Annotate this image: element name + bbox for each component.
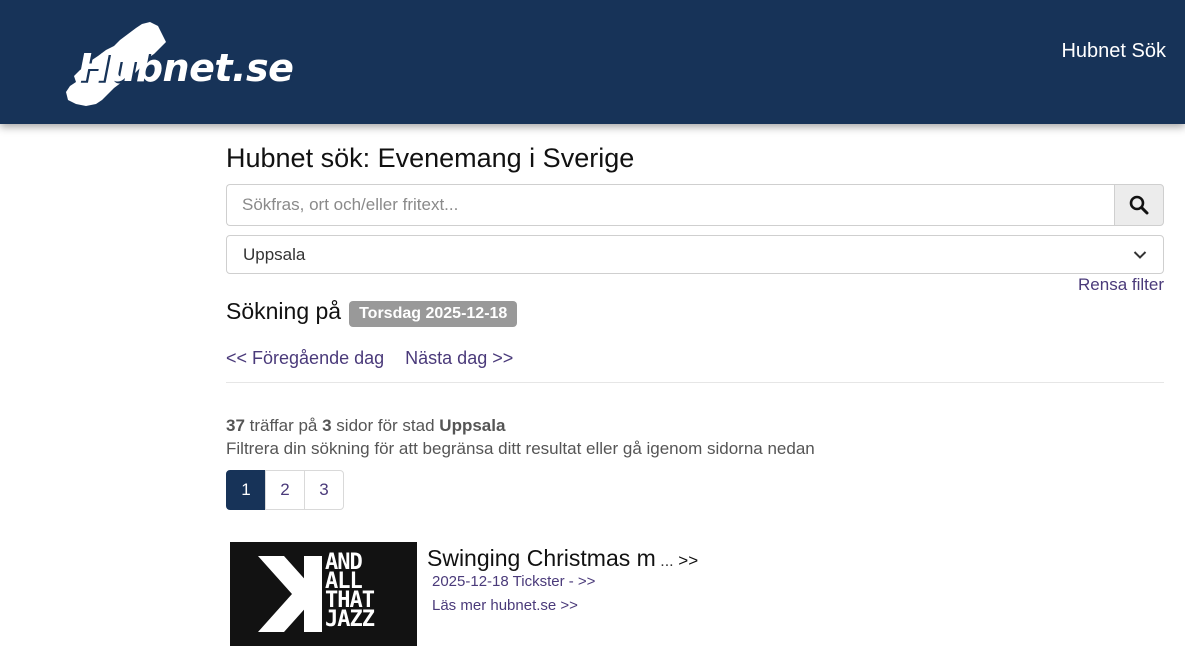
date-badge: Torsdag 2025-12-18 xyxy=(349,300,518,327)
results-count: 37 xyxy=(226,416,245,435)
results-count-text: träffar på xyxy=(244,416,323,435)
previous-day-link[interactable]: << Föregående dag xyxy=(226,348,384,368)
search-date-label: Sökning på xyxy=(226,298,342,324)
city-select-value: Uppsala xyxy=(243,244,306,264)
k-logo-graphic xyxy=(258,556,322,632)
event-read-more-link[interactable]: Läs mer hubnet.se >> xyxy=(432,597,578,614)
event-item: AND ALL THAT JAZZ Swinging Christmas m .… xyxy=(230,542,1160,646)
event-tickster-link[interactable]: 2025-12-18 Tickster - >> xyxy=(432,573,595,590)
event-more-link[interactable]: >> xyxy=(674,551,698,570)
search-date-row: Sökning på Torsdag 2025-12-18 xyxy=(226,298,518,327)
event-image-text: AND ALL THAT JAZZ xyxy=(325,552,375,632)
image-word-4: JAZZ xyxy=(325,607,375,632)
logo-wordmark: Hubnet.se xyxy=(78,46,294,90)
page-title: Hubnet sök: Evenemang i Sverige xyxy=(226,143,635,173)
chevron-down-icon xyxy=(1133,250,1147,259)
search-icon xyxy=(1129,195,1149,215)
results-pages-text: sidor för stad xyxy=(331,416,440,435)
event-title-ellipsis: ... xyxy=(655,553,674,570)
divider xyxy=(226,382,1164,383)
results-city: Uppsala xyxy=(439,416,506,435)
next-day-link[interactable]: Nästa dag >> xyxy=(405,348,513,368)
event-title-row: Swinging Christmas m ... >> xyxy=(427,545,698,572)
event-read-more: Läs mer hubnet.se >> xyxy=(432,597,578,614)
search-button[interactable] xyxy=(1114,184,1164,226)
search-group xyxy=(226,184,1164,226)
results-hint: Filtrera din sökning för att begränsa di… xyxy=(226,439,815,458)
page-1-button[interactable]: 1 xyxy=(226,470,266,510)
clear-filter-link[interactable]: Rensa filter xyxy=(1078,275,1164,295)
hubnet-logo[interactable]: Hubnet.se xyxy=(62,20,294,110)
event-image[interactable]: AND ALL THAT JAZZ xyxy=(230,542,417,646)
event-title: Swinging Christmas m xyxy=(427,545,656,571)
page-2-button[interactable]: 2 xyxy=(265,470,305,510)
results-summary: 37 träffar på 3 sidor för stad Uppsala F… xyxy=(226,414,815,460)
nav-hubnet-sok[interactable]: Hubnet Sök xyxy=(1061,40,1166,63)
event-date-source: 2025-12-18 Tickster - >> xyxy=(432,573,595,590)
site-header: Hubnet.se Hubnet Sök xyxy=(0,0,1185,124)
results-count-line: 37 träffar på 3 sidor för stad Uppsala xyxy=(226,414,815,437)
city-select[interactable]: Uppsala xyxy=(226,235,1164,274)
pagination: 1 2 3 xyxy=(226,470,344,510)
results-pages: 3 xyxy=(322,416,332,435)
page-3-button[interactable]: 3 xyxy=(304,470,344,510)
day-navigation: << Föregående dag Nästa dag >> xyxy=(226,348,529,369)
search-input[interactable] xyxy=(226,184,1114,226)
